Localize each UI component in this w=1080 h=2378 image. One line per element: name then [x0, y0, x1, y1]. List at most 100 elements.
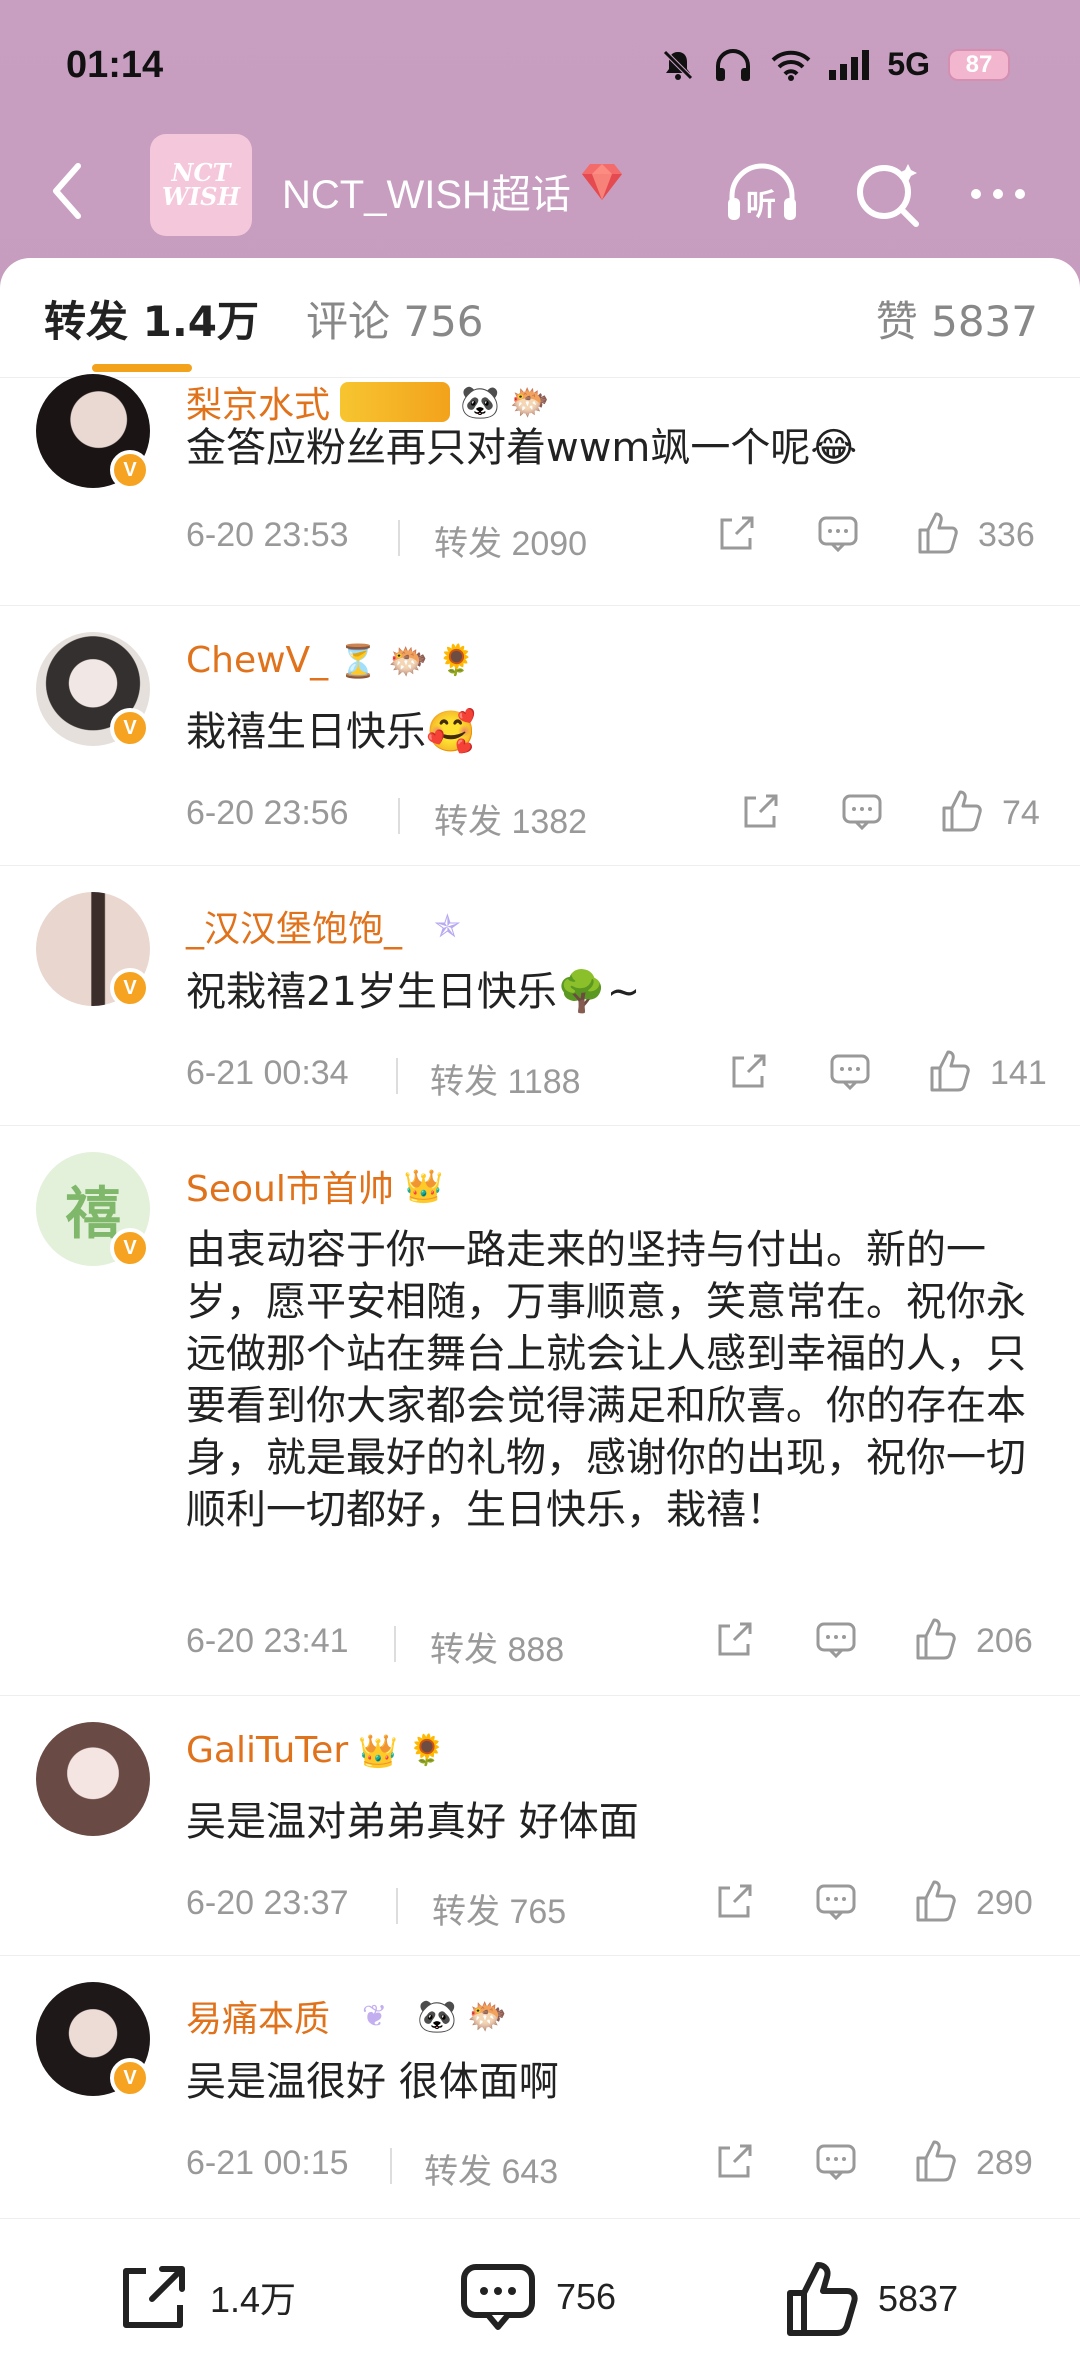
comment-username[interactable]: ChewV_ ⏳ 🐡 🌻	[186, 640, 475, 681]
more-options-icon[interactable]	[960, 154, 1040, 234]
avatar[interactable]: V	[36, 374, 150, 490]
forward-count[interactable]: 转发 1188	[430, 1054, 581, 1103]
like-thumb-icon[interactable]	[914, 2138, 958, 2184]
comment-icon[interactable]	[840, 790, 884, 834]
like-count: 289	[976, 2144, 1033, 2182]
content-sheet: 转发 1.4万 评论 756 赞 5837 V 梨京水式 🐼 🐡 金答应粉丝再只…	[0, 258, 1080, 2378]
share-icon[interactable]	[714, 512, 758, 556]
comment-text: 吴是温很好 很体面啊	[186, 2059, 559, 2105]
verified-badge-icon: V	[110, 2058, 150, 2098]
comment-meta: 6-20 23:56 转发 1382 74	[186, 788, 1046, 841]
signal-icon	[829, 49, 870, 80]
like-thumb-icon[interactable]	[916, 510, 960, 556]
comment-icon[interactable]	[814, 2140, 858, 2184]
comment-username[interactable]: GaliTuTer 👑 🌻	[186, 1730, 445, 1771]
comment-icon[interactable]	[816, 512, 860, 556]
like-count: 290	[976, 1884, 1033, 1922]
bottom-forward-button[interactable]: 1.4万	[116, 2259, 296, 2335]
fish-badge-icon: 🐡	[388, 641, 428, 680]
forward-count[interactable]: 转发 643	[424, 2144, 558, 2193]
bottom-forward-count: 1.4万	[210, 2279, 297, 2320]
star-wings-badge-icon: ✯	[434, 907, 461, 945]
like-count: 206	[976, 1622, 1033, 1660]
search-icon[interactable]	[848, 154, 928, 234]
like-thumb-icon[interactable]	[914, 1616, 958, 1662]
topic-logo[interactable]: NCT WISH	[150, 134, 252, 236]
divider	[390, 2148, 392, 2184]
divider	[398, 520, 400, 556]
avatar[interactable]: V	[36, 892, 150, 1008]
avatar-image	[36, 1722, 150, 1836]
divider	[396, 1888, 398, 1924]
tab-bar: 转发 1.4万 评论 756 赞 5837	[0, 258, 1080, 378]
comment-username[interactable]: Seoul市首帅 👑	[186, 1160, 444, 1212]
tab-forward[interactable]: 转发 1.4万	[44, 288, 259, 349]
like-count: 74	[1002, 794, 1040, 832]
like-count: 141	[990, 1054, 1047, 1092]
forward-count[interactable]: 转发 888	[430, 1622, 564, 1671]
tab-comment[interactable]: 评论 756	[306, 288, 484, 349]
diamond-badge-icon	[582, 164, 622, 200]
avatar[interactable]	[36, 1722, 150, 1836]
username-text: 易痛本质	[186, 1999, 331, 2040]
comment-date: 6-20 23:41	[186, 1622, 349, 1660]
forward-count[interactable]: 转发 2090	[434, 516, 587, 565]
like-thumb-icon[interactable]	[940, 788, 984, 834]
comment-icon[interactable]	[814, 1880, 858, 1924]
comment-date: 6-21 00:15	[186, 2144, 349, 2182]
share-icon[interactable]	[738, 790, 782, 834]
divider	[398, 798, 400, 834]
divider	[396, 1058, 398, 1094]
comment-date: 6-21 00:34	[186, 1054, 349, 1092]
mute-bell-icon	[663, 49, 694, 80]
avatar[interactable]: 禧 V	[36, 1152, 150, 1268]
network-type: 5G	[887, 46, 930, 82]
comment-text: 金答应粉丝再只对着wwm飒一个呢😂	[186, 425, 858, 471]
divider	[394, 1626, 396, 1662]
share-icon[interactable]	[712, 1880, 756, 1924]
back-arrow-icon[interactable]	[40, 156, 100, 226]
share-icon	[123, 2266, 185, 2328]
battery-indicator: 87	[948, 48, 1010, 81]
comment-username[interactable]: 梨京水式 🐼 🐡	[186, 376, 550, 428]
listen-button[interactable]: 听	[722, 154, 802, 234]
crown-badge-icon: 👑	[403, 1167, 444, 1205]
avatar[interactable]: V	[36, 632, 150, 748]
avatar[interactable]: V	[36, 1982, 150, 2098]
like-thumb-icon[interactable]	[914, 1878, 958, 1924]
comment-username[interactable]: 易痛本质 ❦ 🐼 🐡	[186, 1990, 507, 2042]
comment-item: V _汉汉堡饱饱_ ✯ 祝栽禧21岁生日快乐🌳~ 6-21 00:34 转发 1…	[0, 866, 1080, 1126]
active-tab-indicator	[92, 364, 192, 372]
forward-count[interactable]: 转发 765	[432, 1884, 566, 1933]
status-icons: 5G 87	[661, 46, 1010, 83]
bottom-comment-button[interactable]: 756	[458, 2259, 616, 2335]
panda-emoji-icon: 🐼	[417, 1997, 457, 2035]
hourglass-badge-icon: ⏳	[338, 641, 379, 680]
username-text: 梨京水式	[186, 385, 331, 426]
share-icon[interactable]	[712, 1618, 756, 1662]
comment-item: 禧 V Seoul市首帅 👑 由衷动容于你一路走来的坚持与付出。新的一岁，愿平安…	[0, 1126, 1080, 1696]
forward-count[interactable]: 转发 1382	[434, 794, 587, 843]
verified-badge-icon: V	[110, 968, 150, 1008]
comment-icon[interactable]	[828, 1050, 872, 1094]
sunflower-badge-icon: 🌻	[407, 1733, 446, 1768]
share-icon[interactable]	[726, 1050, 770, 1094]
username-text: _汉汉堡饱饱_	[186, 909, 403, 950]
like-thumb-icon[interactable]	[928, 1048, 972, 1094]
fish-badge-icon: 🐡	[509, 383, 550, 421]
comment-meta: 6-21 00:15 转发 643 289	[186, 2138, 1046, 2191]
comment-meta: 6-20 23:37 转发 765 290	[186, 1878, 1046, 1931]
topic-title[interactable]: NCT_WISH超话	[282, 162, 571, 220]
comment-item: GaliTuTer 👑 🌻 吴是温对弟弟真好 好体面 6-20 23:37 转发…	[0, 1696, 1080, 1956]
username-text: Seoul市首帅	[186, 1169, 394, 1210]
tab-like[interactable]: 赞 5837	[876, 288, 1038, 349]
status-time: 01:14	[66, 44, 164, 86]
comment-item: V 梨京水式 🐼 🐡 金答应粉丝再只对着wwm飒一个呢😂 6-20 23:53 …	[0, 374, 1080, 606]
bottom-like-button[interactable]: 5837	[784, 2259, 958, 2339]
listen-label: 听	[746, 188, 776, 223]
verified-badge-icon: V	[110, 450, 150, 490]
share-icon[interactable]	[712, 2140, 756, 2184]
comment-username[interactable]: _汉汉堡饱饱_ ✯	[186, 900, 461, 952]
comment-icon[interactable]	[814, 1618, 858, 1662]
comment-date: 6-20 23:53	[186, 516, 349, 554]
